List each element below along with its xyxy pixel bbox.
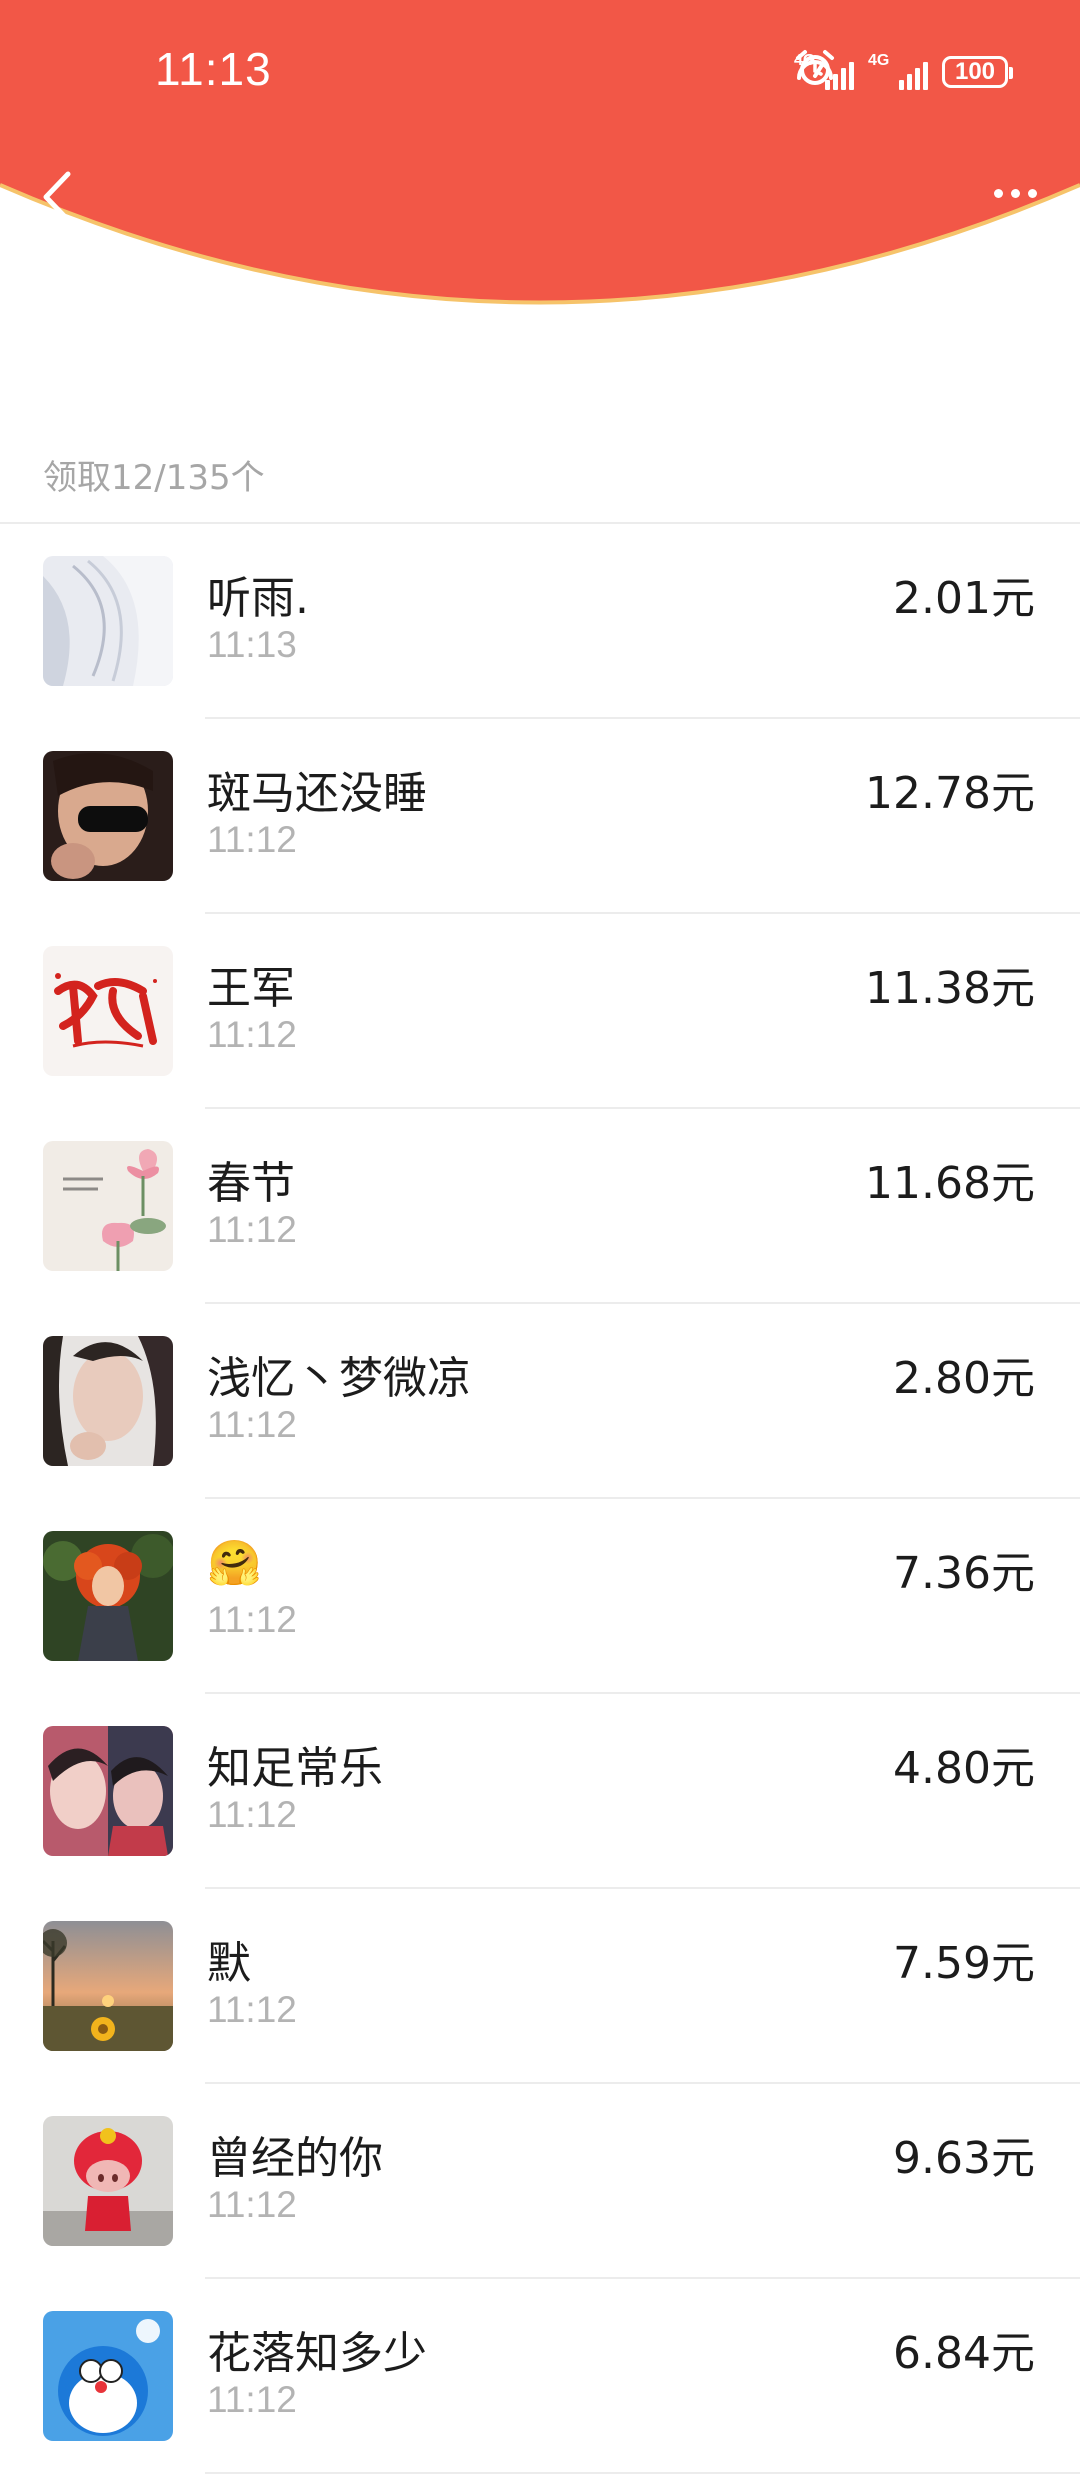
claim-time: 11:12 — [207, 1209, 297, 1250]
list-item[interactable]: 默 11:12 7.59元 — [0, 1889, 1080, 2084]
claim-summary: 领取12/135个 — [43, 458, 265, 498]
claim-list: 听雨. 11:13 2.01元 斑马还没睡 11:12 12.78元 王军 11… — [0, 524, 1080, 2474]
recipient-name: 曾经的你 — [207, 2133, 383, 2184]
recipient-name: 春节 — [207, 1158, 295, 1209]
list-item[interactable]: 斑马还没睡 11:12 12.78元 — [0, 719, 1080, 914]
battery-icon: 100 — [942, 56, 1013, 88]
more-options-button[interactable] — [980, 170, 1050, 216]
claim-amount: 7.59元 — [893, 1938, 1035, 1989]
recipient-name: 花落知多少 — [207, 2328, 427, 2379]
avatar — [43, 1531, 173, 1661]
claim-time: 11:12 — [207, 1404, 297, 1445]
list-item[interactable]: 浅忆丶梦微凉 11:12 2.80元 — [0, 1304, 1080, 1499]
recipient-name: 默 — [207, 1938, 251, 1989]
signal-4g-icon: 4G — [794, 52, 854, 92]
avatar — [43, 1726, 173, 1856]
red-packet-header: 11:13 4G 4G 100 — [0, 0, 1080, 330]
claim-time: 11:12 — [207, 1989, 297, 2030]
status-icons: 4G 4G 100 — [794, 48, 1013, 96]
list-item[interactable]: 听雨. 11:13 2.01元 — [0, 524, 1080, 719]
claim-amount: 9.63元 — [893, 2133, 1035, 2184]
recipient-name: 🤗 — [207, 1538, 262, 1589]
claim-amount: 7.36元 — [893, 1548, 1035, 1599]
claim-time: 11:12 — [207, 1014, 297, 1055]
claim-time: 11:12 — [207, 2184, 297, 2225]
avatar — [43, 556, 173, 686]
claim-amount: 11.38元 — [865, 963, 1035, 1014]
avatar — [43, 1336, 173, 1466]
dot-icon — [1010, 188, 1020, 198]
list-item[interactable]: 曾经的你 11:12 9.63元 — [0, 2084, 1080, 2279]
dot-icon — [1027, 188, 1037, 198]
avatar — [43, 2311, 173, 2441]
claim-time: 11:13 — [207, 624, 297, 665]
list-item[interactable]: 王军 11:12 11.38元 — [0, 914, 1080, 1109]
recipient-name: 王军 — [207, 963, 295, 1014]
claim-amount: 6.84元 — [893, 2328, 1035, 2379]
claim-time: 11:12 — [207, 1794, 297, 1835]
status-time: 11:13 — [155, 43, 272, 95]
claim-amount: 2.01元 — [893, 573, 1035, 624]
recipient-name: 浅忆丶梦微凉 — [207, 1353, 471, 1404]
list-item[interactable]: 🤗 11:12 7.36元 — [0, 1499, 1080, 1694]
claim-amount: 12.78元 — [865, 768, 1035, 819]
claim-time: 11:12 — [207, 2379, 297, 2420]
avatar — [43, 1921, 173, 2051]
back-button[interactable] — [28, 160, 88, 230]
signal-4g-icon-2: 4G — [868, 52, 928, 92]
dot-icon — [993, 188, 1003, 198]
claim-amount: 2.80元 — [893, 1353, 1035, 1404]
list-item[interactable]: 知足常乐 11:12 4.80元 — [0, 1694, 1080, 1889]
claim-time: 11:12 — [207, 1599, 297, 1640]
claim-amount: 11.68元 — [865, 1158, 1035, 1209]
chevron-left-icon — [43, 171, 71, 223]
claim-amount: 4.80元 — [893, 1743, 1035, 1794]
avatar — [43, 2116, 173, 2246]
battery-level: 100 — [954, 58, 996, 85]
list-item[interactable]: 花落知多少 11:12 6.84元 — [0, 2279, 1080, 2474]
avatar — [43, 946, 173, 1076]
claim-time: 11:12 — [207, 819, 297, 860]
recipient-name: 知足常乐 — [207, 1743, 383, 1794]
recipient-name: 斑马还没睡 — [207, 768, 427, 819]
avatar — [43, 751, 173, 881]
recipient-name: 听雨. — [207, 573, 309, 624]
avatar — [43, 1141, 173, 1271]
list-item[interactable]: 春节 11:12 11.68元 — [0, 1109, 1080, 1304]
